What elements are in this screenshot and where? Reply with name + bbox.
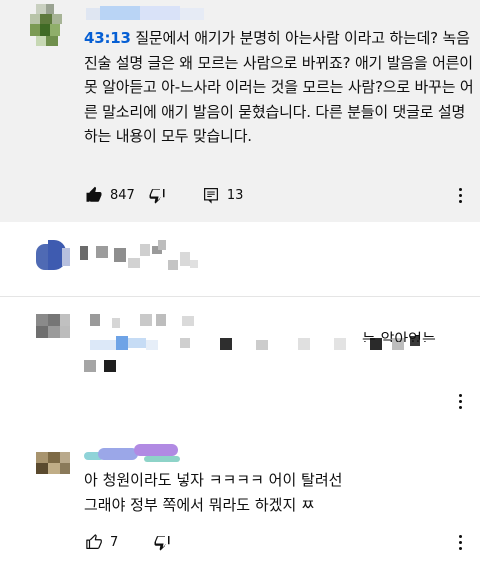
- avatar[interactable]: [36, 240, 70, 270]
- more-vert-icon[interactable]: [450, 391, 470, 411]
- timestamp-link[interactable]: 43:13: [84, 29, 131, 47]
- comment-text: 43:13 질문에서 애기가 분명히 아는사람 이라고 하는데? 녹음 진술 설…: [84, 26, 474, 149]
- avatar[interactable]: [30, 4, 70, 48]
- thumbs-down-icon[interactable]: [152, 532, 172, 552]
- author-name-redacted[interactable]: [84, 442, 194, 464]
- thumbs-down-icon[interactable]: [147, 185, 167, 205]
- reply-icon[interactable]: [201, 185, 221, 205]
- reply-count: 13: [226, 187, 244, 203]
- more-vert-icon[interactable]: [450, 185, 470, 205]
- like-count: 7: [110, 534, 119, 550]
- author-name-redacted[interactable]: [86, 6, 206, 20]
- author-name-redacted[interactable]: [80, 240, 200, 272]
- comment-actions: 847 13: [84, 185, 243, 205]
- thumbs-up-icon[interactable]: [84, 532, 104, 552]
- thumbs-up-icon[interactable]: [84, 185, 104, 205]
- comment-actions: 7: [84, 532, 172, 552]
- avatar[interactable]: [36, 314, 70, 338]
- avatar[interactable]: [36, 452, 70, 474]
- more-vert-icon[interactable]: [450, 532, 470, 552]
- highlighted-comment: 43:13 질문에서 애기가 분명히 아는사람 이라고 하는데? 녹음 진술 설…: [0, 0, 480, 222]
- author-name-redacted[interactable]: [84, 314, 204, 328]
- comment-body: 질문에서 애기가 분명히 아는사람 이라고 하는데? 녹음 진술 설명 글은 왜…: [84, 29, 474, 146]
- comment-divider: [0, 296, 480, 297]
- like-count: 847: [110, 187, 135, 203]
- comment-line-1: 아 청원이라도 넣자 ㅋㅋㅋㅋ 어이 탈려선: [84, 471, 343, 489]
- comment-line-2: 그래야 정부 쪽에서 뭐라도 하겠지 ㅉ: [84, 496, 315, 514]
- comment-text-partial: 는 알아었는: [362, 330, 436, 342]
- comment-text: 아 청원이라도 넣자 ㅋㅋㅋㅋ 어이 탈려선 그래야 정부 쪽에서 뭐라도 하겠…: [84, 468, 464, 518]
